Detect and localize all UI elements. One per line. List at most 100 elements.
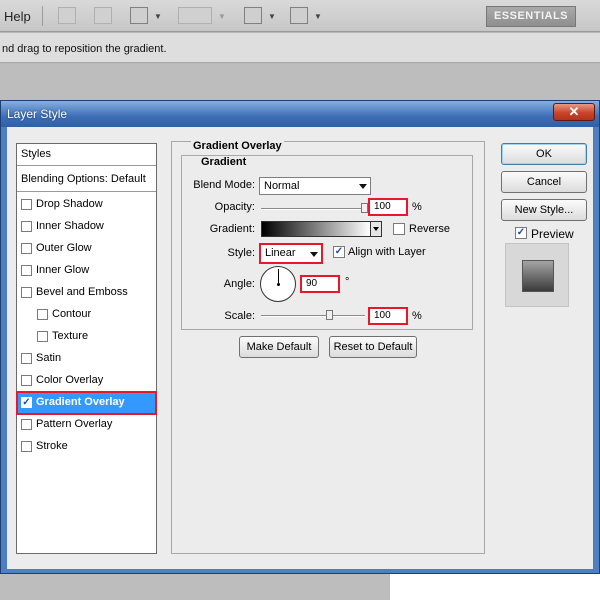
effect-checkbox[interactable] bbox=[21, 375, 32, 386]
launch-bridge-icon[interactable] bbox=[58, 7, 76, 24]
chevron-down-icon[interactable]: ▼ bbox=[314, 12, 322, 21]
launch-minibridge-icon[interactable] bbox=[94, 7, 112, 24]
layer-style-dialog: Layer Style ✕ Styles Blending Options: D… bbox=[0, 100, 600, 574]
preview-label: Preview bbox=[531, 227, 574, 241]
styles-list: Styles Blending Options: Default Drop Sh… bbox=[16, 143, 157, 554]
preview-swatch bbox=[522, 260, 554, 292]
opacity-label: Opacity: bbox=[214, 201, 255, 213]
blend-mode-value: Normal bbox=[264, 180, 300, 192]
angle-label: Angle: bbox=[223, 278, 255, 290]
effect-checkbox[interactable] bbox=[21, 199, 32, 210]
effect-item[interactable]: Contour bbox=[17, 304, 156, 326]
new-style-button[interactable]: New Style... bbox=[501, 199, 587, 221]
effect-checkbox[interactable] bbox=[37, 331, 48, 342]
options-bar: nd drag to reposition the gradient. bbox=[0, 33, 600, 63]
scale-label: Scale: bbox=[224, 310, 255, 322]
section-title: Gradient Overlay bbox=[191, 140, 284, 152]
blend-mode-select[interactable]: Normal bbox=[259, 177, 371, 195]
chevron-down-icon bbox=[310, 252, 318, 257]
preview-checkbox[interactable]: ✓ bbox=[515, 227, 527, 239]
reverse-label: Reverse bbox=[409, 223, 450, 235]
chevron-down-icon[interactable]: ▼ bbox=[268, 12, 276, 21]
opacity-slider-track[interactable] bbox=[261, 208, 365, 210]
effect-label: Satin bbox=[36, 352, 62, 364]
effect-checkbox[interactable]: ✓ bbox=[21, 397, 32, 408]
scale-unit: % bbox=[412, 310, 422, 322]
menu-help[interactable]: Help bbox=[4, 9, 31, 24]
opacity-slider-thumb[interactable] bbox=[361, 203, 368, 213]
make-default-button[interactable]: Make Default bbox=[239, 336, 319, 358]
angle-input[interactable]: 90 bbox=[300, 275, 340, 293]
effect-label: Drop Shadow bbox=[36, 198, 103, 210]
reset-to-default-button[interactable]: Reset to Default bbox=[329, 336, 417, 358]
dialog-title: Layer Style bbox=[7, 107, 68, 121]
status-hint: nd drag to reposition the gradient. bbox=[2, 43, 167, 55]
effect-item[interactable]: Drop Shadow bbox=[17, 194, 156, 216]
style-label: Style: bbox=[227, 247, 255, 259]
effect-label: Bevel and Emboss bbox=[36, 286, 128, 298]
effect-label: Inner Shadow bbox=[36, 220, 104, 232]
gradient-dropdown-button[interactable] bbox=[370, 221, 382, 237]
application-bar: Help ▼ ▼ ▼ ▼ ESSENTIALS bbox=[0, 0, 600, 32]
group-title: Gradient bbox=[199, 156, 249, 168]
effect-label: Contour bbox=[52, 308, 92, 320]
effect-item[interactable]: Texture bbox=[17, 326, 156, 348]
effect-checkbox[interactable] bbox=[21, 221, 32, 232]
chevron-down-icon[interactable]: ▼ bbox=[154, 12, 162, 21]
align-with-layer-label: Align with Layer bbox=[348, 246, 426, 258]
scale-input[interactable]: 100 bbox=[368, 307, 408, 325]
arrange-documents-icon[interactable] bbox=[244, 7, 262, 24]
effect-item[interactable]: Satin bbox=[17, 348, 156, 370]
zoom-level-icon[interactable] bbox=[178, 7, 212, 24]
reverse-checkbox[interactable] bbox=[393, 223, 405, 235]
effect-checkbox[interactable] bbox=[21, 419, 32, 430]
cancel-button[interactable]: Cancel bbox=[501, 171, 587, 193]
close-icon: ✕ bbox=[568, 104, 580, 119]
align-with-layer-checkbox[interactable]: ✓ bbox=[333, 246, 345, 258]
close-button[interactable]: ✕ bbox=[553, 103, 595, 121]
blend-mode-label: Blend Mode: bbox=[193, 179, 255, 191]
dialog-body: Styles Blending Options: Default Drop Sh… bbox=[7, 127, 593, 569]
effect-item[interactable]: Inner Shadow bbox=[17, 216, 156, 238]
screen-mode-icon[interactable] bbox=[290, 7, 308, 24]
view-extras-icon[interactable] bbox=[130, 7, 148, 24]
toolbar-separator bbox=[42, 6, 43, 26]
effect-label: Gradient Overlay bbox=[36, 396, 125, 408]
gradient-label: Gradient: bbox=[209, 223, 255, 235]
angle-dial[interactable] bbox=[260, 266, 296, 302]
styles-header[interactable]: Styles bbox=[17, 144, 156, 166]
effect-item[interactable]: Pattern Overlay bbox=[17, 414, 156, 436]
effect-checkbox[interactable] bbox=[21, 287, 32, 298]
chevron-down-icon bbox=[359, 184, 367, 189]
ok-button[interactable]: OK bbox=[501, 143, 587, 165]
blending-options-item[interactable]: Blending Options: Default bbox=[17, 168, 156, 192]
dialog-titlebar[interactable]: Layer Style ✕ bbox=[1, 101, 599, 127]
workspace-essentials-button[interactable]: ESSENTIALS bbox=[486, 6, 576, 27]
angle-dial-center bbox=[277, 283, 280, 286]
effect-label: Outer Glow bbox=[36, 242, 92, 254]
effect-checkbox[interactable] bbox=[37, 309, 48, 320]
effect-item[interactable]: ✓ Gradient Overlay bbox=[16, 391, 157, 415]
effect-item[interactable]: Bevel and Emboss bbox=[17, 282, 156, 304]
angle-dial-hand bbox=[278, 269, 279, 284]
effect-item[interactable]: Inner Glow bbox=[17, 260, 156, 282]
effect-item[interactable]: Color Overlay bbox=[17, 370, 156, 392]
scale-slider-thumb[interactable] bbox=[326, 310, 334, 320]
style-preview bbox=[505, 243, 569, 307]
effect-label: Texture bbox=[52, 330, 89, 342]
scale-slider-track[interactable] bbox=[261, 315, 365, 317]
style-value: Linear bbox=[265, 247, 296, 259]
effect-item[interactable]: Stroke bbox=[17, 436, 156, 458]
opacity-input[interactable]: 100 bbox=[368, 198, 408, 216]
angle-unit: ° bbox=[345, 276, 350, 288]
effect-checkbox[interactable] bbox=[21, 441, 32, 452]
effect-checkbox[interactable] bbox=[21, 243, 32, 254]
effect-label: Color Overlay bbox=[36, 374, 104, 386]
effect-checkbox[interactable] bbox=[21, 265, 32, 276]
effect-checkbox[interactable] bbox=[21, 353, 32, 364]
effect-label: Inner Glow bbox=[36, 264, 90, 276]
style-select[interactable]: Linear bbox=[259, 243, 323, 264]
effect-item[interactable]: Outer Glow bbox=[17, 238, 156, 260]
chevron-down-icon[interactable]: ▼ bbox=[218, 12, 226, 21]
gradient-picker[interactable] bbox=[261, 221, 371, 237]
